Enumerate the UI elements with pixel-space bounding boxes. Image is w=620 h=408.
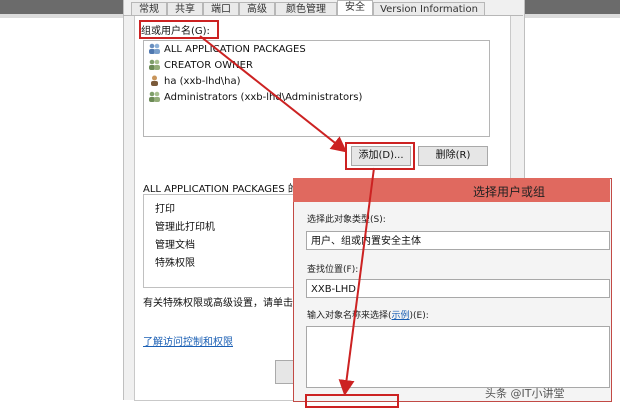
arrow-to-add-button [199,35,348,153]
arrow-to-check-names [338,167,375,396]
annotation-arrows [199,35,375,396]
